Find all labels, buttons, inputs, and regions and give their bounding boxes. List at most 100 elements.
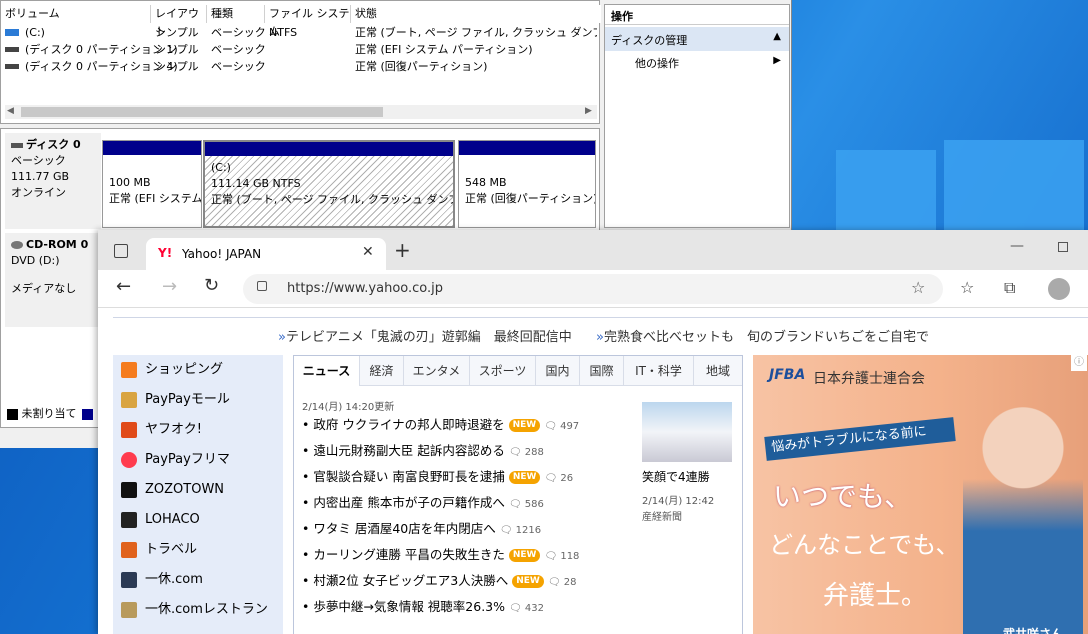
tab-news[interactable]: ニュース: [294, 356, 360, 386]
ad-banner[interactable]: JFBA 日本弁護士連合会 ⓘ 悩みがトラブルになる前に いつでも、 どんなこと…: [753, 355, 1088, 634]
news-item[interactable]: • 内密出産 熊本市が子の戸籍作成へ 🗨 586: [302, 490, 544, 516]
partition-efi[interactable]: 100 MB 正常 (EFI システム: [102, 140, 202, 228]
suitcase-icon: [121, 541, 137, 558]
volume-layout: シンプル: [155, 60, 199, 73]
comment-icon: 🗨 1216: [499, 525, 542, 536]
promo-link-1[interactable]: »テレビアニメ「鬼滅の刃」遊郭編 最終回配信中: [278, 326, 572, 345]
volume-icon: [5, 47, 19, 52]
url-field[interactable]: https://www.yahoo.co.jp ☆: [243, 274, 943, 304]
more-actions-label: 他の操作: [635, 57, 679, 70]
minimize-icon[interactable]: —: [1010, 238, 1024, 254]
col-volume[interactable]: ボリューム: [1, 5, 151, 23]
tab-actions-icon[interactable]: [114, 244, 128, 258]
pickup-caption[interactable]: 笑顔で4連勝: [642, 468, 710, 485]
volume-row[interactable]: (C:) シンプル ベーシック NTFS 正常 (ブート, ページ ファイル, …: [5, 24, 597, 41]
service-lohaco[interactable]: LOHACO: [121, 505, 200, 535]
url-text: https://www.yahoo.co.jp: [287, 281, 444, 296]
news-item[interactable]: • 政府 ウクライナの邦人即時退避を NEW 🗨 497: [302, 412, 579, 438]
collections-icon[interactable]: ⧉: [1004, 278, 1015, 298]
volume-fs: NTFS: [269, 26, 298, 39]
pickup-photo[interactable]: [642, 402, 732, 462]
tab-local[interactable]: 地域: [694, 356, 742, 386]
scroll-left-icon[interactable]: ◀: [7, 106, 14, 116]
more-actions-item[interactable]: 他の操作 ▶: [635, 55, 785, 75]
volume-icon: [5, 64, 19, 69]
ad-band: 悩みがトラブルになる前に: [764, 417, 956, 461]
disk0-size: 111.77 GB: [11, 170, 70, 183]
service-ikyu-restaurant[interactable]: 一休.comレストラン: [121, 595, 268, 625]
cdrom-info[interactable]: CD-ROM 0 DVD (D:) メディアなし: [5, 233, 101, 327]
news-item[interactable]: • 歩夢中継→気象情報 視聴率26.3% 🗨 432: [302, 594, 544, 620]
volume-status: 正常 (回復パーティション): [355, 60, 488, 73]
disk0-info[interactable]: ディスク 0 ベーシック 111.77 GB オンライン: [5, 133, 101, 229]
submenu-arrow-icon: ▶: [773, 55, 781, 66]
horizontal-scrollbar[interactable]: ◀ ▶: [5, 105, 597, 119]
volume-layout: シンプル: [155, 43, 199, 56]
gavel-icon: [121, 421, 137, 438]
news-item[interactable]: • 村瀬2位 女子ビッグエア3人決勝へ NEW 🗨 28: [302, 568, 576, 594]
volume-row[interactable]: (ディスク 0 パーティション 1) シンプル ベーシック 正常 (EFI シス…: [5, 41, 597, 58]
disk-icon: [11, 142, 23, 148]
favorites-icon[interactable]: ☆: [960, 278, 974, 297]
col-layout[interactable]: レイアウト: [151, 5, 207, 38]
profile-avatar[interactable]: [1048, 278, 1070, 300]
comment-icon: 🗨 586: [508, 499, 544, 510]
partition-status: 正常 (ブート, ページ ファイル, クラッシュ ダンプ, ベーシ: [211, 193, 453, 206]
service-shopping[interactable]: ショッピング: [121, 355, 223, 385]
disk0-title: ディスク 0: [11, 137, 95, 153]
cdrom-icon: [11, 241, 23, 249]
actions-header: 操作: [605, 5, 789, 25]
service-flea[interactable]: PayPayフリマ: [121, 445, 230, 475]
comment-icon: 🗨 497: [544, 421, 580, 432]
comment-icon: 🗨 432: [509, 603, 544, 614]
new-tab-icon[interactable]: +: [394, 238, 411, 262]
tab-yahoo[interactable]: Y! Yahoo! JAPAN ✕: [146, 238, 386, 270]
service-travel[interactable]: トラベル: [121, 535, 197, 565]
news-item[interactable]: • ワタミ 居酒屋40店を年内閉店へ 🗨 1216: [302, 516, 541, 542]
volume-row[interactable]: (ディスク 0 パーティション 4) シンプル ベーシック 正常 (回復パーティ…: [5, 58, 597, 75]
cdrom-drive: DVD (D:): [11, 254, 60, 267]
favorite-star-icon[interactable]: ☆: [911, 278, 925, 297]
back-icon[interactable]: ←: [116, 276, 131, 297]
tab-world[interactable]: 国際: [580, 356, 624, 386]
tab-domestic[interactable]: 国内: [536, 356, 580, 386]
close-tab-icon[interactable]: ✕: [362, 244, 374, 260]
jfba-logo: JFBA: [769, 367, 806, 383]
actions-section[interactable]: ディスクの管理 ▲: [605, 27, 789, 51]
col-type[interactable]: 種類: [207, 5, 265, 23]
tab-sports[interactable]: スポーツ: [470, 356, 536, 386]
volume-type: ベーシック: [211, 43, 266, 56]
page-content: »テレビアニメ「鬼滅の刃」遊郭編 最終回配信中 »完熟食べ比べセットも 旬のブラ…: [98, 308, 1088, 634]
promo-link-2[interactable]: »完熟食べ比べセットも 旬のブランドいちごをご自宅で: [596, 326, 929, 345]
scroll-right-icon[interactable]: ▶: [585, 106, 592, 116]
ad-info-icon[interactable]: ⓘ: [1071, 355, 1087, 371]
lock-icon[interactable]: [257, 281, 267, 291]
service-ikyu[interactable]: 一休.com: [121, 565, 203, 595]
refresh-icon[interactable]: ↻: [204, 275, 219, 296]
tab-entertainment[interactable]: エンタメ: [404, 356, 470, 386]
maximize-icon[interactable]: [1058, 242, 1068, 252]
volume-status: 正常 (ブート, ページ ファイル, クラッシュ ダンプ, ベーシ: [355, 26, 597, 39]
partition-recovery[interactable]: 548 MB 正常 (回復パーティション): [458, 140, 596, 228]
col-status[interactable]: 状態: [351, 5, 601, 23]
legend-primary-swatch: [82, 408, 93, 420]
ikyu-icon: [121, 571, 137, 588]
ad-line1: いつでも、: [773, 480, 913, 513]
cdrom-title: CD-ROM 0: [26, 238, 89, 251]
news-item[interactable]: • カーリング連勝 平昌の失敗生きた NEW 🗨 118: [302, 542, 579, 568]
forward-icon[interactable]: →: [162, 276, 177, 297]
news-item[interactable]: • 官製談合疑い 南富良野町長を逮捕 NEW 🗨 26: [302, 464, 573, 490]
scrollbar-thumb[interactable]: [21, 107, 383, 117]
service-paypaymall[interactable]: PayPayモール: [121, 385, 230, 415]
col-fs[interactable]: ファイル システム: [265, 5, 351, 38]
tab-economy[interactable]: 経済: [360, 356, 404, 386]
collapse-icon[interactable]: ▲: [773, 31, 781, 42]
partition-bar: [103, 141, 201, 155]
news-item[interactable]: • 遠山元財務副大臣 起訴内容認める 🗨 288: [302, 438, 544, 464]
tab-it-science[interactable]: IT・科学: [624, 356, 694, 386]
service-auction[interactable]: ヤフオク!: [121, 415, 202, 445]
partition-c[interactable]: (C:) 111.14 GB NTFS 正常 (ブート, ページ ファイル, クラッ…: [203, 140, 455, 228]
service-zozo[interactable]: ZOZOTOWN: [121, 475, 224, 505]
tab-strip: Y! Yahoo! JAPAN ✕ + —: [98, 230, 1088, 270]
cart-icon: [121, 361, 137, 378]
